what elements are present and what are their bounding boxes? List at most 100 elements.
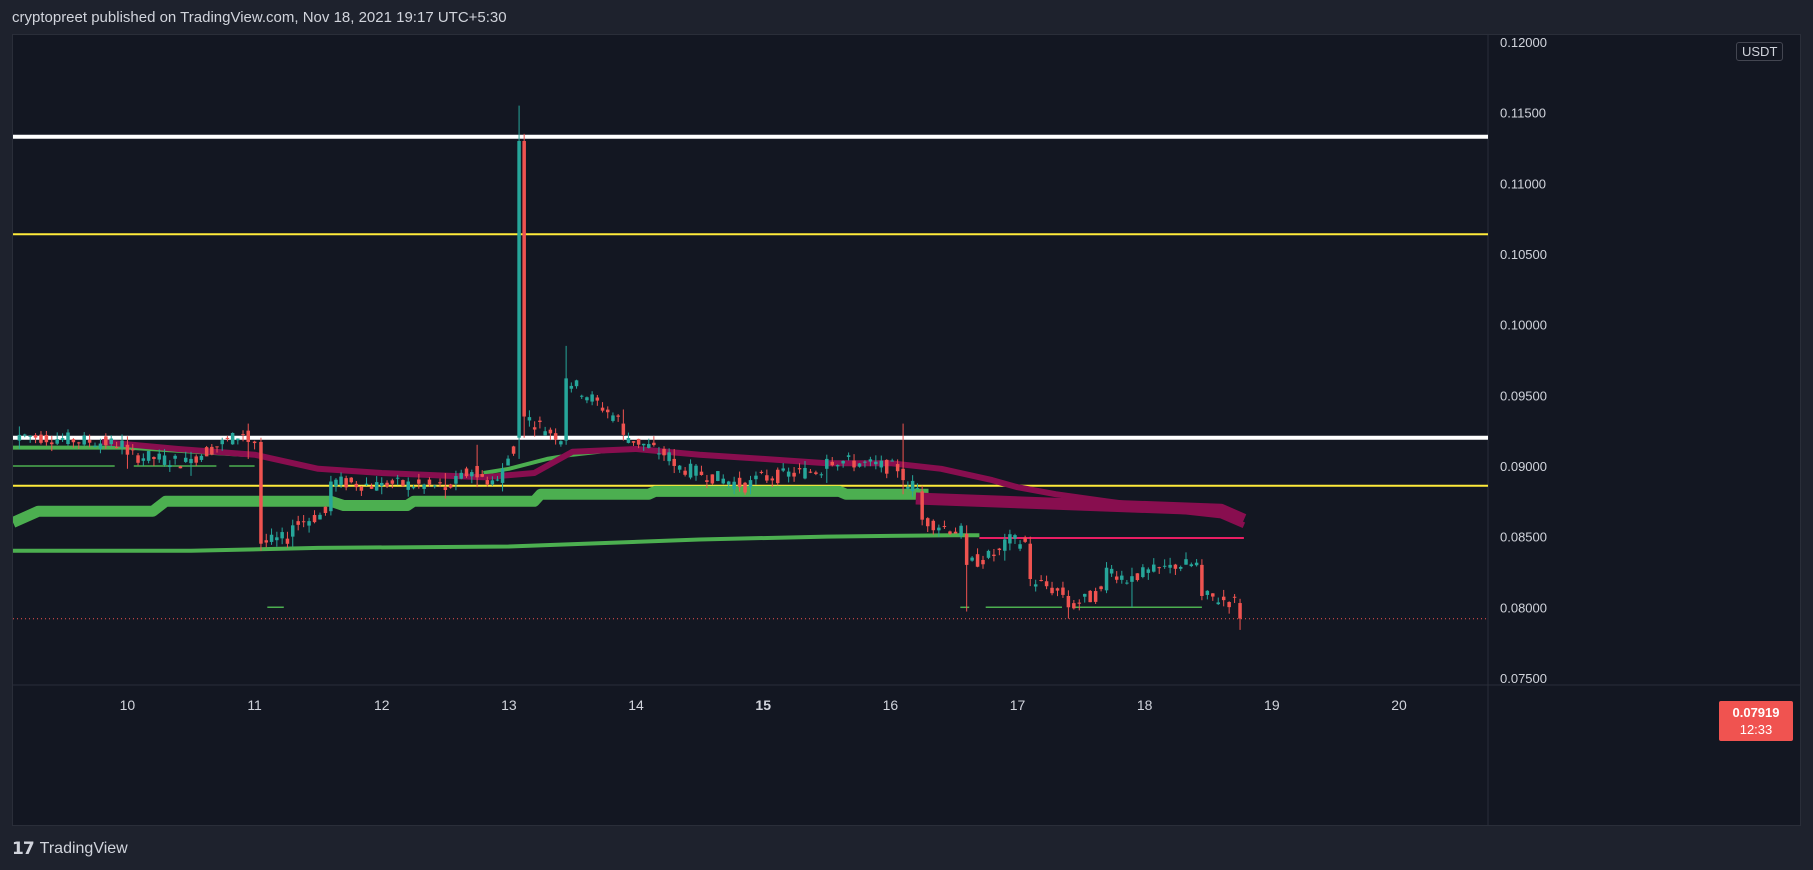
candle-body: [241, 434, 245, 436]
candle-body: [1221, 596, 1226, 601]
candle-body: [548, 429, 553, 434]
candle-body: [246, 430, 250, 442]
candle-countdown: 12:33: [1739, 722, 1773, 737]
candle-body: [737, 477, 742, 487]
candle-body: [964, 533, 969, 565]
candle-body: [334, 479, 338, 487]
candle-body: [264, 540, 269, 543]
candle-body: [374, 482, 379, 491]
price-tick-label: 0.10500: [1500, 247, 1547, 262]
candle-body: [157, 453, 161, 460]
candle-body: [385, 482, 389, 487]
candle-body: [574, 380, 579, 387]
tradingview-brand-text: TradingView: [39, 840, 128, 857]
candle-body: [986, 550, 991, 558]
candle-body: [194, 456, 198, 463]
candle-body: [792, 472, 796, 477]
candle-body: [470, 472, 474, 477]
candle-body: [23, 434, 27, 436]
candle-body: [109, 438, 113, 445]
candle-body: [511, 446, 516, 454]
candle-body: [600, 407, 605, 411]
candle-body: [464, 468, 469, 477]
candle-body: [931, 520, 936, 531]
tradingview-logo-icon: 17: [12, 839, 35, 859]
price-tick-label: 0.10000: [1500, 318, 1547, 333]
candle-body: [1109, 568, 1114, 574]
candle-body: [803, 467, 807, 479]
candle-body: [532, 427, 537, 430]
candle-body: [1018, 544, 1022, 549]
candle-body: [60, 438, 65, 440]
candle-body: [236, 438, 240, 441]
candle-body: [895, 464, 900, 472]
candle-body: [1141, 567, 1145, 577]
candle-body: [1238, 603, 1242, 619]
candle-body: [438, 482, 442, 484]
candle-body: [759, 471, 764, 473]
candle-body: [1130, 576, 1134, 582]
candle-body: [1168, 564, 1172, 568]
candle-body: [819, 474, 824, 476]
candle-body: [1093, 591, 1098, 602]
candle-body: [475, 465, 479, 478]
candle-body: [359, 486, 364, 491]
candle-body: [997, 548, 1002, 551]
candle-body: [890, 460, 894, 462]
candle-body: [1194, 562, 1199, 566]
chart-frame[interactable]: 0.12000 0.11500 0.11000 0.10500 0.10000 0.095…: [12, 34, 1801, 826]
candle-body: [380, 482, 384, 486]
candle-body: [50, 442, 54, 445]
candle-body: [884, 459, 889, 474]
candle-body: [87, 439, 92, 443]
time-tick-label: 18: [1137, 697, 1153, 713]
candle-body: [417, 479, 421, 484]
time-tick-label: 20: [1391, 697, 1407, 713]
candle-body: [28, 435, 32, 437]
candle-body: [1050, 587, 1054, 594]
candle-body: [1114, 576, 1119, 580]
candle-body: [344, 478, 348, 488]
candle-body: [220, 440, 224, 445]
candle-body: [318, 514, 322, 520]
candle-body: [835, 465, 840, 467]
candle-body: [1146, 569, 1151, 573]
candle-body: [162, 455, 167, 465]
currency-unit-badge[interactable]: USDT: [1736, 42, 1784, 61]
candle-body: [743, 482, 747, 493]
candle-body: [910, 480, 915, 492]
candle-body: [543, 431, 547, 436]
candle-body: [427, 479, 432, 485]
candle-body: [797, 468, 802, 470]
candle-body: [82, 435, 86, 445]
candle-body: [841, 460, 845, 464]
candle-body: [754, 475, 758, 480]
indicator-ribbon: [13, 485, 929, 528]
candle-body: [323, 506, 328, 514]
candle-body: [830, 461, 834, 466]
candle-body: [168, 465, 172, 468]
time-tick-label: 14: [628, 697, 644, 713]
candle-body: [559, 441, 563, 445]
candle-body: [183, 457, 188, 462]
time-tick-label: 15: [755, 697, 771, 713]
candle-body: [1082, 593, 1087, 597]
candle-body: [1178, 567, 1183, 569]
candle-body: [688, 463, 693, 478]
candle-body: [992, 554, 996, 557]
candle-body: [517, 140, 521, 438]
candle-body: [716, 471, 720, 481]
price-tick-label: 0.11500: [1500, 106, 1546, 121]
candle-body: [1162, 565, 1167, 567]
candle-body: [1044, 581, 1049, 587]
candle-body: [1066, 595, 1071, 608]
candle-body: [210, 446, 214, 455]
candle-body: [44, 434, 49, 443]
candle-body: [726, 481, 731, 485]
candle-body: [621, 423, 626, 435]
candle-body: [710, 474, 715, 484]
candle-body: [275, 537, 279, 541]
candle-body: [55, 439, 59, 444]
price-chart[interactable]: 0.12000 0.11500 0.11000 0.10500 0.10000 0.095…: [13, 35, 1800, 825]
tradingview-logo[interactable]: 17 TradingView: [12, 835, 128, 863]
